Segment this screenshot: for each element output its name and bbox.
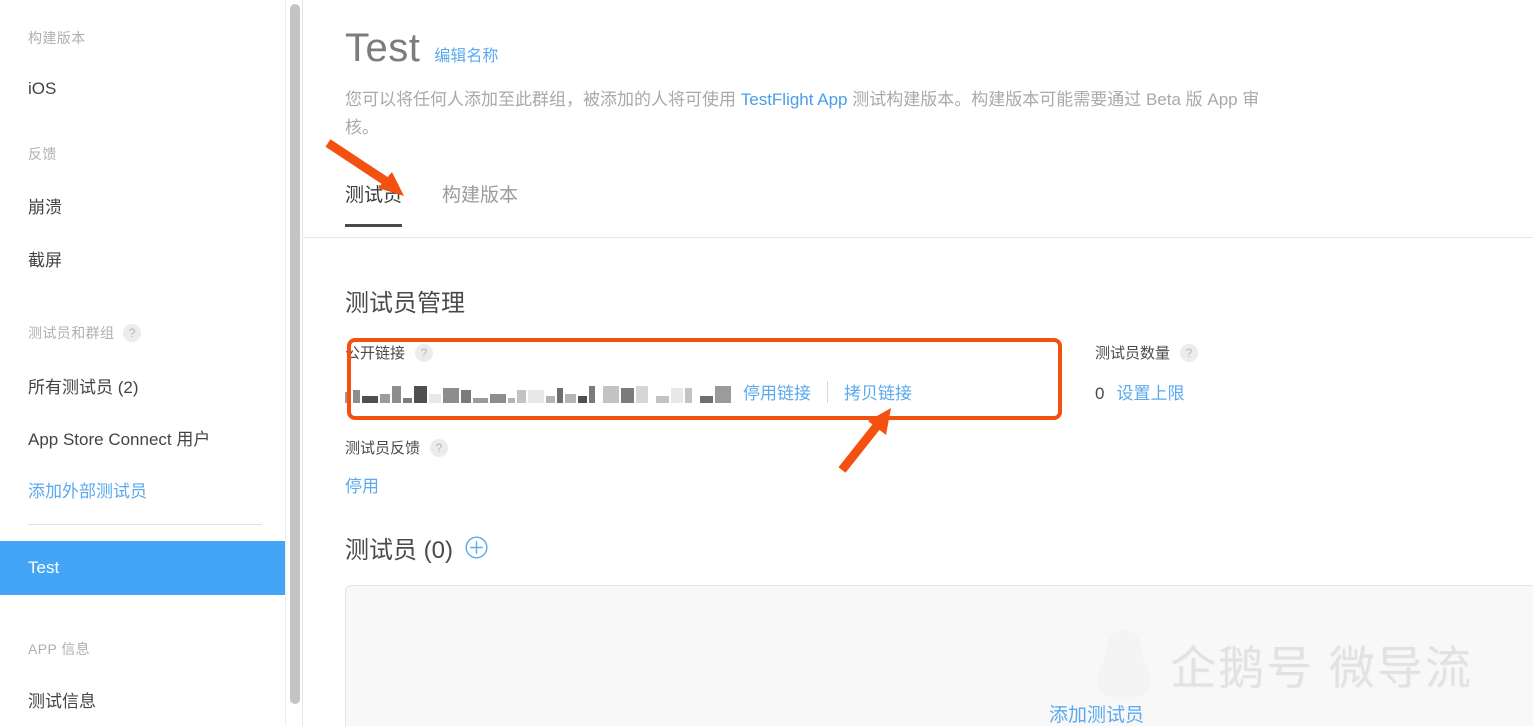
tester-count-label-row: 测试员数量 ? — [1095, 342, 1199, 363]
testflight-app-link[interactable]: TestFlight App — [741, 90, 848, 109]
tester-list-heading-label: 测试员 (0) — [345, 537, 453, 564]
sidebar-item-test-information[interactable]: 测试信息 — [0, 683, 303, 715]
public-link-block: 公开链接 ? 停用链接 拷贝链接 — [345, 342, 1045, 404]
sidebar-item-label: 添加外部测试员 — [28, 481, 147, 501]
sidebar: 构建版本 iOS 反馈 崩溃 截屏 测试员和群组 ? 所有测试员 (2) App… — [0, 0, 303, 726]
sidebar-item-all-testers[interactable]: 所有测试员 (2) — [0, 369, 303, 401]
public-link-row: 停用链接 拷贝链接 — [345, 379, 1045, 404]
help-icon[interactable]: ? — [430, 438, 449, 457]
sidebar-item-crashes[interactable]: 崩溃 — [0, 189, 303, 221]
help-icon[interactable]: ? — [123, 324, 142, 342]
sidebar-item-add-external-tester[interactable]: 添加外部测试员 — [0, 473, 303, 505]
help-icon[interactable]: ? — [415, 343, 434, 362]
sidebar-item-screenshots[interactable]: 截屏 — [0, 242, 303, 274]
page-description-part1: 您可以将任何人添加至此群组，被添加的人将可使用 — [345, 90, 741, 109]
sidebar-item-label: App Store Connect 用户 — [28, 429, 211, 449]
tab-label: 测试员 — [345, 185, 403, 206]
page-title: Test — [345, 26, 421, 70]
sidebar-group-label: APP 信息 — [28, 641, 91, 657]
tester-empty-panel — [345, 585, 1533, 726]
tester-feedback-block: 测试员反馈 ? 停用 — [345, 437, 449, 497]
tester-feedback-state-link[interactable]: 停用 — [345, 472, 379, 497]
sidebar-group-builds: 构建版本 — [28, 28, 86, 48]
public-link-url-redacted[interactable] — [345, 381, 737, 403]
sidebar-item-label: 所有测试员 (2) — [28, 377, 139, 397]
sidebar-group-label: 构建版本 — [28, 30, 86, 46]
page-description: 您可以将任何人添加至此群组，被添加的人将可使用 TestFlight App 测… — [345, 86, 1285, 142]
sidebar-scrollbar[interactable] — [285, 0, 303, 726]
tester-count-label: 测试员数量 — [1095, 345, 1171, 362]
sidebar-item-ios[interactable]: iOS — [0, 73, 303, 105]
sidebar-group-testers: 测试员和群组 ? — [28, 323, 142, 343]
edit-name-link[interactable]: 编辑名称 — [434, 42, 498, 66]
page-header: Test 编辑名称 — [345, 28, 498, 68]
tab-builds[interactable]: 构建版本 — [442, 180, 518, 227]
section-heading-tester-management: 测试员管理 — [345, 290, 465, 317]
sidebar-group-app-info: APP 信息 — [28, 639, 90, 659]
main-content: Test 编辑名称 您可以将任何人添加至此群组，被添加的人将可使用 TestFl… — [303, 0, 1533, 726]
help-icon[interactable]: ? — [1180, 343, 1199, 362]
copy-link-button[interactable]: 拷贝链接 — [844, 379, 912, 404]
tester-list-heading: 测试员 (0) — [345, 530, 488, 565]
public-link-label: 公开链接 — [345, 345, 406, 362]
sidebar-item-label: iOS — [28, 79, 57, 98]
tester-feedback-label: 测试员反馈 — [345, 440, 421, 457]
tab-testers[interactable]: 测试员 — [345, 180, 403, 227]
sidebar-item-label: 崩溃 — [28, 197, 62, 217]
app-root: 构建版本 iOS 反馈 崩溃 截屏 测试员和群组 ? 所有测试员 (2) App… — [0, 0, 1533, 726]
tester-count-value: 0 — [1095, 384, 1105, 403]
set-limit-link[interactable]: 设置上限 — [1116, 379, 1184, 404]
public-link-label-row: 公开链接 ? — [345, 342, 1045, 363]
tester-count-block: 测试员数量 ? 0 设置上限 — [1095, 342, 1199, 404]
sidebar-group-feedback: 反馈 — [28, 144, 57, 164]
link-separator — [827, 380, 828, 403]
sidebar-item-label: Test — [28, 558, 60, 577]
sidebar-item-test[interactable]: Test — [0, 541, 303, 595]
sidebar-item-label: 截屏 — [28, 250, 62, 270]
sidebar-group-label: 测试员和群组 — [28, 325, 115, 341]
disable-link-button[interactable]: 停用链接 — [743, 379, 811, 404]
sidebar-item-label: 测试信息 — [28, 691, 96, 711]
tab-bar-divider — [303, 237, 1533, 238]
sidebar-divider — [28, 524, 262, 525]
tab-bar: 测试员 构建版本 — [345, 180, 518, 227]
tester-feedback-label-row: 测试员反馈 ? — [345, 437, 449, 458]
sidebar-group-label: 反馈 — [28, 146, 57, 162]
tester-count-value-row: 0 设置上限 — [1095, 379, 1198, 404]
empty-add-tester-link[interactable]: 添加测试员 — [1049, 700, 1144, 726]
sidebar-item-asc-users[interactable]: App Store Connect 用户 — [0, 421, 303, 453]
tab-label: 构建版本 — [442, 185, 519, 206]
sidebar-scrollbar-thumb[interactable] — [290, 4, 300, 704]
plus-circle-icon[interactable] — [465, 536, 488, 559]
